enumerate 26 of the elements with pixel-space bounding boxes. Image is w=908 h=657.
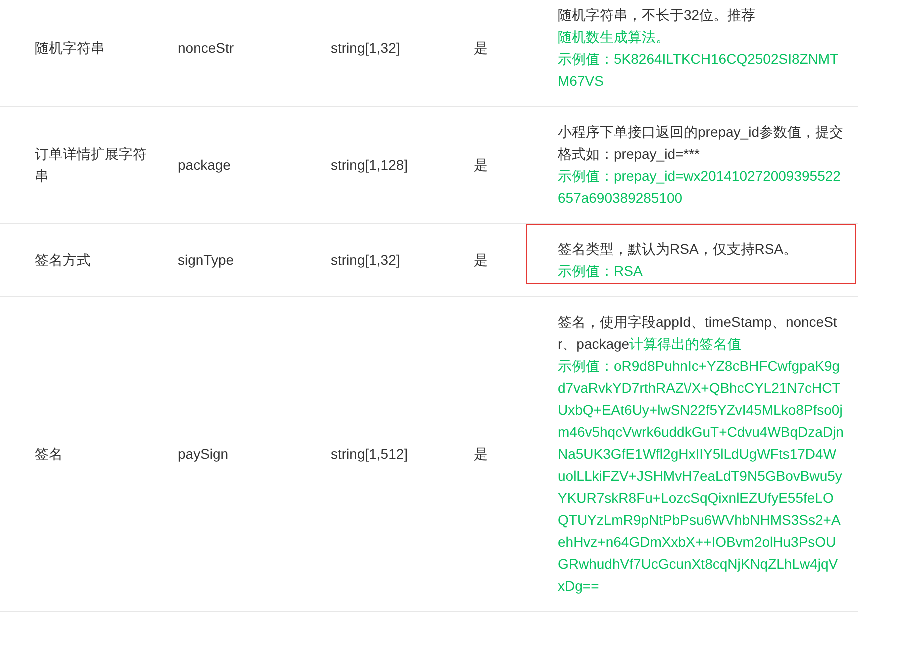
field-name: signType — [178, 252, 234, 268]
example-value: 示例值：prepay_id=wx201410272009395522657a690389285100 — [558, 167, 842, 208]
field-name: package — [178, 157, 231, 173]
type-text: string[1,32] — [331, 252, 400, 268]
description-link[interactable]: 随机数生成算法。 — [558, 29, 670, 45]
param-name: 签名方式 — [35, 252, 91, 268]
type-text: string[1,32] — [331, 40, 400, 56]
description-text: 签名类型，默认为RSA，仅支持RSA。 — [558, 240, 799, 259]
type-text: string[1,128] — [331, 157, 408, 173]
required-text: 是 — [474, 157, 488, 173]
field-name: nonceStr — [178, 40, 234, 56]
description-text: 随机字符串，不长于32位。推荐 随机数生成算法。 — [558, 6, 757, 47]
description-text: 签名，使用字段appId、timeStamp、nonceStr、package计算得出的签名值 — [558, 313, 838, 354]
type-text: string[1,512] — [331, 446, 408, 462]
description-text: 小程序下单接口返回的prepay_id参数值，提交格式如：prepay_id=*** — [558, 123, 844, 164]
field-name: paySign — [178, 446, 229, 462]
param-name: 随机字符串 — [35, 40, 105, 56]
example-value: 示例值：5K8264ILTKCH16CQ2502SI8ZNMTM67VS — [558, 50, 840, 91]
param-name: 订单详情扩展字符串 — [35, 146, 147, 184]
example-value: 示例值：oR9d8PuhnIc+YZ8cBHFCwfgpaK9gd7vaRvkYD7rthRAZ\/X+QBhcCYL21N7cHCTUxbQ+EAt6Uy+lwSN22f5YZvI45MLko8Pfso0jm46v5hqcVwrk6uddkGuT+Cdvu4WBqDzaDjnNa5UK3GfE1Wfl2gHxIIY5lLdUgWFts17D4WuolLLkiFZV+JSHMvH7eaLdT9N5GBovBwu5yYKUR7skR8Fu+LozcSqQixnlEZUfyE55feLOQTUYzLmR9pNtPbPsu6WVhbNHMS3Ss2+AehHvz+n64GDmXxbX++IOBvm2olHu3PsOUGRwhudhVf7UcGcunXt8cqNjKNqZLhLw4jqVxDg== — [558, 357, 844, 596]
required-text: 是 — [474, 252, 488, 268]
description-link[interactable]: 计算得出的签名值 — [630, 336, 742, 352]
required-text: 是 — [474, 446, 488, 462]
required-text: 是 — [474, 40, 488, 56]
param-name: 签名 — [35, 446, 63, 462]
example-value: 示例值：RSA — [558, 262, 644, 281]
